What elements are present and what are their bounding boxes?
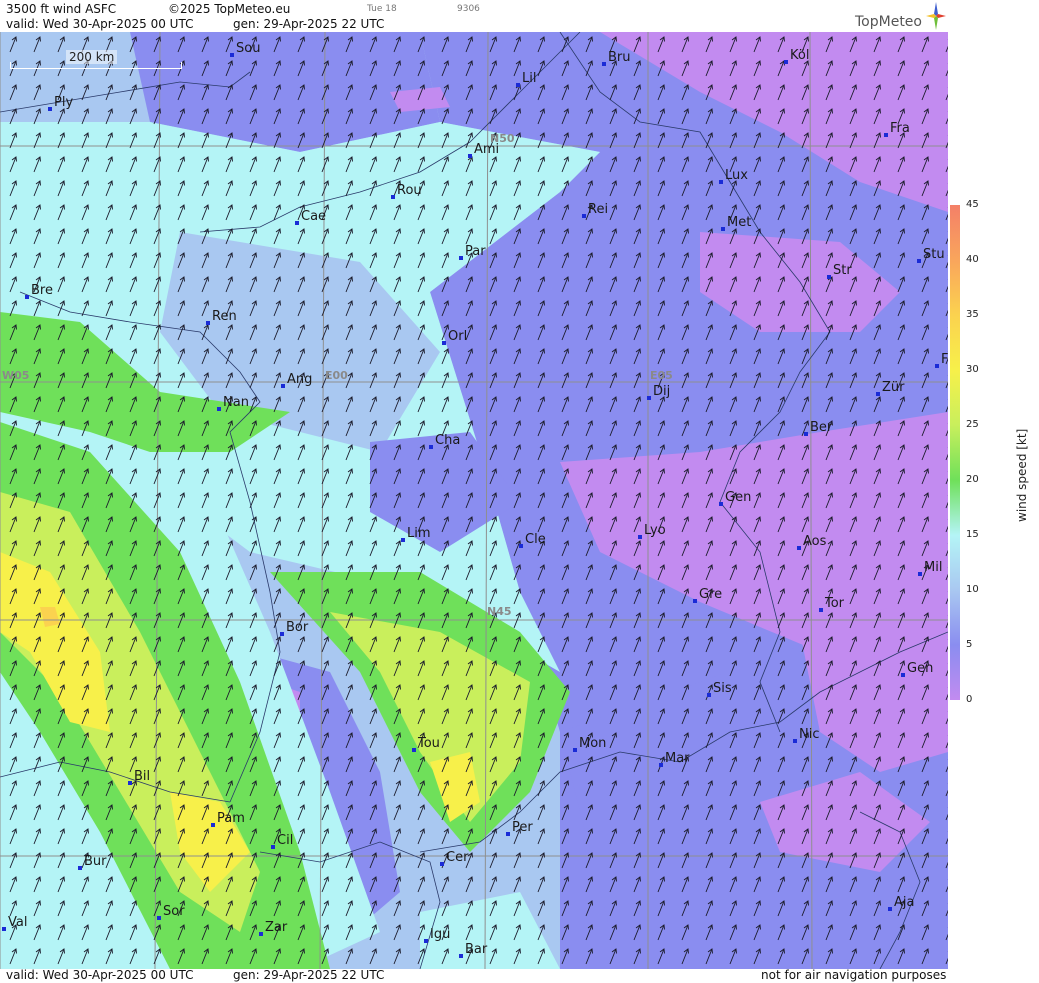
wind-map[interactable]: N50 N45 W05 E00 E05 200 km Sou Bru Köl L… bbox=[0, 32, 948, 969]
city-label[interactable]: Ply bbox=[48, 95, 73, 111]
city-label[interactable]: Val bbox=[2, 915, 27, 931]
city-label[interactable]: Gen bbox=[719, 490, 751, 506]
legend-tick: 5 bbox=[966, 639, 973, 650]
city-label[interactable]: Nan bbox=[217, 395, 249, 411]
grid-label-n45: N45 bbox=[487, 605, 512, 618]
legend-tick: 40 bbox=[966, 254, 979, 265]
legend-tick: 45 bbox=[966, 199, 979, 210]
legend-tick: 0 bbox=[966, 694, 973, 705]
city-label[interactable]: Bor bbox=[280, 620, 308, 636]
city-label[interactable]: Zür bbox=[876, 380, 905, 396]
city-label[interactable]: Cha bbox=[429, 433, 460, 449]
legend-tick: 30 bbox=[966, 364, 979, 375]
grid-label-w05: W05 bbox=[2, 369, 30, 382]
legend-tick: 20 bbox=[966, 474, 979, 485]
legend-tick: 10 bbox=[966, 584, 979, 595]
legend-unit-label: wind speed [kt] bbox=[1015, 428, 1029, 522]
city-label[interactable]: Igu bbox=[424, 927, 450, 943]
city-label[interactable]: Cer bbox=[440, 850, 468, 866]
city-label[interactable]: Pam bbox=[211, 811, 245, 827]
footer-valid-time: valid: Wed 30-Apr-2025 00 UTC bbox=[6, 968, 194, 982]
forecast-step: Tue 18 bbox=[367, 4, 397, 14]
city-label[interactable]: Lyo bbox=[638, 523, 666, 539]
city-label[interactable]: Lil bbox=[516, 71, 536, 87]
city-label[interactable]: Lim bbox=[401, 526, 431, 542]
grid-label-e00: E00 bbox=[325, 369, 348, 382]
valid-time: valid: Wed 30-Apr-2025 00 UTC bbox=[6, 17, 194, 31]
city-label[interactable]: Rou bbox=[391, 183, 422, 199]
city-label[interactable]: Bar bbox=[459, 942, 487, 958]
footer-disclaimer: not for air navigation purposes bbox=[761, 968, 947, 982]
city-label[interactable]: Lux bbox=[719, 168, 748, 184]
city-label[interactable]: Köl bbox=[784, 48, 809, 64]
copyright-text: ©2025 TopMeteo.eu bbox=[168, 2, 291, 16]
city-label[interactable]: Tor bbox=[819, 596, 844, 612]
city-label[interactable]: Bre bbox=[25, 283, 53, 299]
city-label[interactable]: Dij bbox=[647, 384, 670, 400]
scale-bar-label: 200 km bbox=[66, 50, 118, 64]
city-label[interactable]: Zar bbox=[259, 920, 287, 936]
city-label[interactable]: Met bbox=[721, 215, 751, 231]
city-label[interactable]: Cil bbox=[271, 833, 293, 849]
city-label[interactable]: Aos bbox=[797, 534, 826, 550]
city-label[interactable]: Cle bbox=[519, 532, 546, 548]
city-label[interactable]: Per bbox=[506, 820, 533, 836]
city-label[interactable]: Ren bbox=[206, 309, 237, 325]
city-label[interactable]: Ber bbox=[804, 420, 832, 436]
city-label[interactable]: Rei bbox=[582, 202, 608, 218]
city-label[interactable]: Fra bbox=[884, 121, 910, 137]
city-label[interactable]: Aja bbox=[888, 895, 914, 911]
generated-time: gen: 29-Apr-2025 22 UTC bbox=[233, 17, 385, 31]
city-label[interactable]: Sou bbox=[230, 41, 260, 57]
city-label[interactable]: Ang bbox=[281, 372, 312, 388]
scale-bar: 200 km bbox=[10, 50, 182, 70]
city-label[interactable]: Bil bbox=[128, 769, 150, 785]
legend-tick: 35 bbox=[966, 309, 979, 320]
city-label[interactable]: Str bbox=[827, 263, 852, 279]
city-label[interactable]: Sor bbox=[157, 904, 185, 920]
footer-generated-time: gen: 29-Apr-2025 22 UTC bbox=[233, 968, 385, 982]
city-label[interactable]: Gen bbox=[901, 661, 933, 677]
city-label[interactable]: F bbox=[935, 352, 948, 368]
city-label[interactable]: Cae bbox=[295, 209, 326, 225]
city-label[interactable]: Bru bbox=[602, 50, 631, 66]
wind-speed-color-ramp bbox=[950, 205, 960, 700]
city-label[interactable]: Par bbox=[459, 244, 486, 260]
compass-star-icon bbox=[926, 2, 946, 30]
run-code: 9306 bbox=[457, 4, 480, 14]
city-label[interactable]: Stu bbox=[917, 247, 945, 263]
topmeteo-logo-text[interactable]: TopMeteo bbox=[855, 14, 922, 30]
city-label[interactable]: Ami bbox=[468, 142, 499, 158]
city-label[interactable]: Orl bbox=[442, 329, 467, 345]
legend-tick: 15 bbox=[966, 529, 979, 540]
city-label[interactable]: Tou bbox=[412, 736, 440, 752]
city-label[interactable]: Gre bbox=[693, 587, 722, 603]
city-label[interactable]: Sis bbox=[707, 681, 732, 697]
wind-field-layer bbox=[0, 32, 948, 969]
city-label[interactable]: Mon bbox=[573, 736, 606, 752]
city-label[interactable]: Mar bbox=[659, 751, 690, 767]
city-label[interactable]: Bur bbox=[78, 854, 107, 870]
city-label[interactable]: Nic bbox=[793, 727, 819, 743]
grid-label-e05: E05 bbox=[650, 369, 673, 382]
product-title: 3500 ft wind ASFC bbox=[6, 2, 117, 16]
legend-tick: 25 bbox=[966, 419, 979, 430]
city-label[interactable]: Mil bbox=[918, 560, 942, 576]
